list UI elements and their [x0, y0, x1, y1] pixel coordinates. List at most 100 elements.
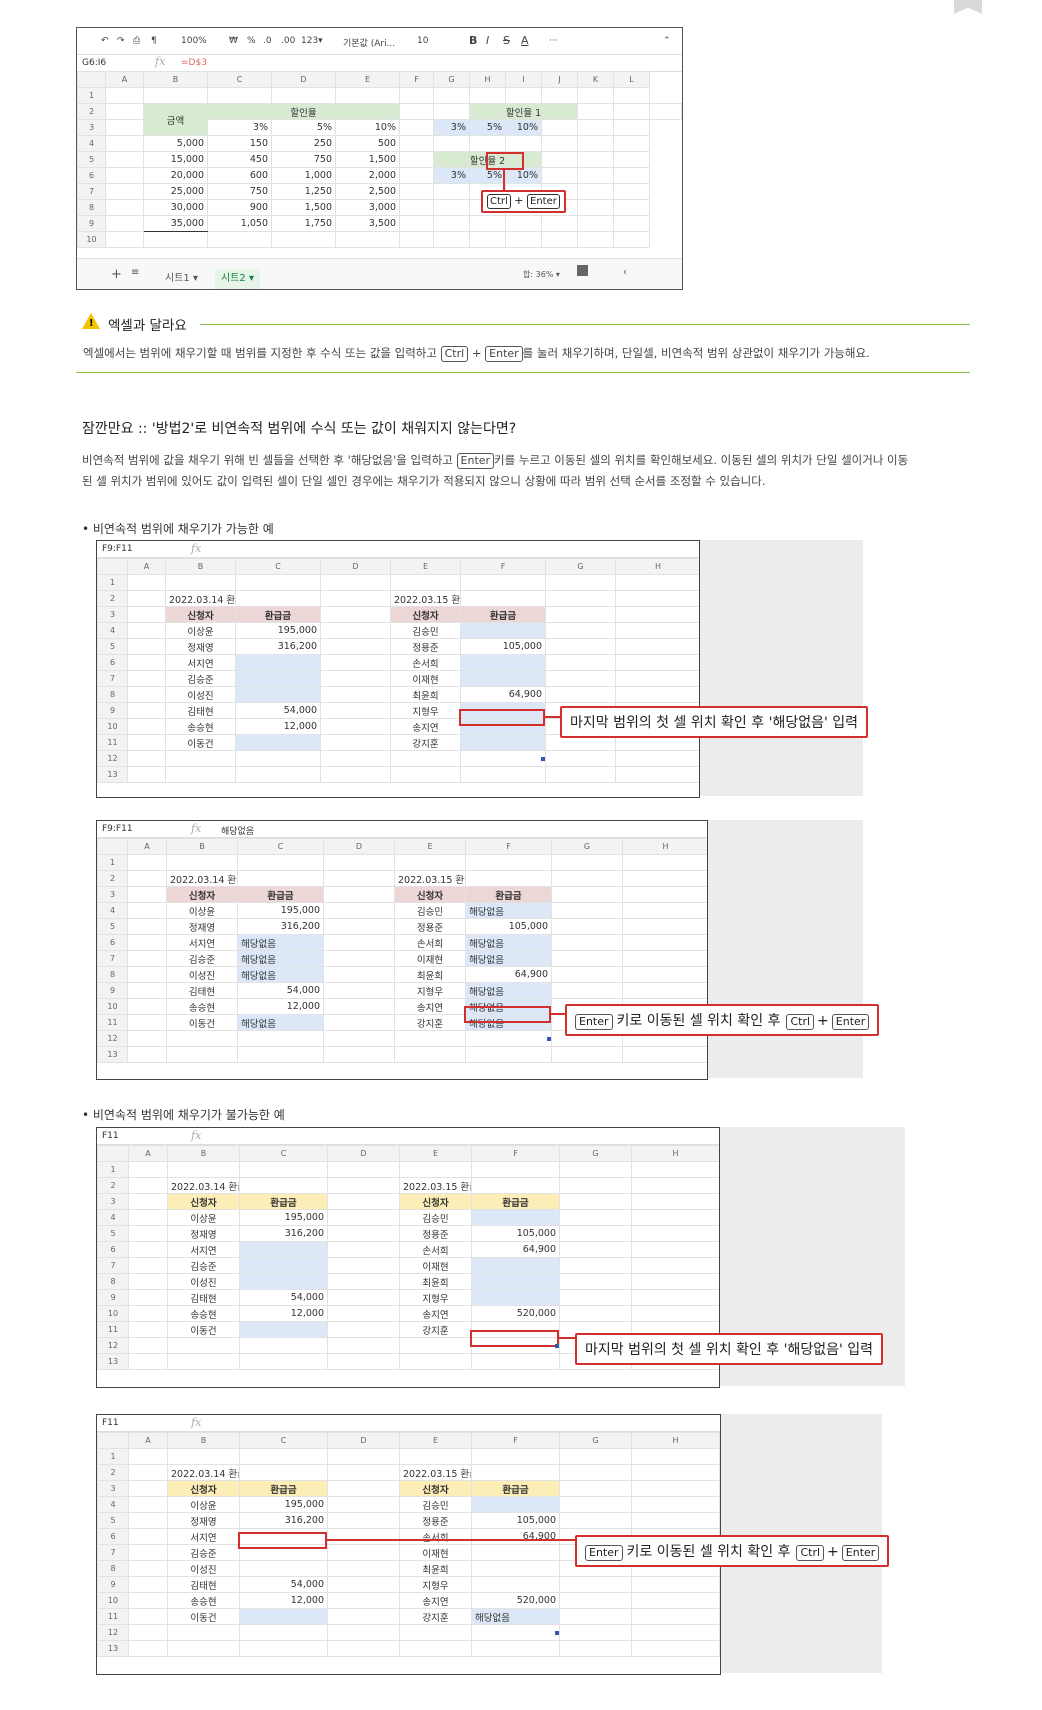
- cell[interactable]: [237, 870, 324, 887]
- cell[interactable]: [239, 1337, 328, 1354]
- cell[interactable]: 해당없음: [465, 982, 552, 999]
- formula-input[interactable]: =D$3: [181, 58, 207, 68]
- cell[interactable]: [128, 1193, 168, 1210]
- cell[interactable]: 신청자: [390, 606, 461, 623]
- cell[interactable]: [631, 1592, 720, 1609]
- cell[interactable]: [390, 574, 461, 591]
- cell[interactable]: [615, 766, 699, 783]
- cell[interactable]: 손서희: [390, 654, 461, 671]
- cell[interactable]: [320, 702, 391, 719]
- cell[interactable]: 환급금: [471, 1193, 560, 1210]
- percent-button[interactable]: %: [247, 36, 256, 46]
- cell[interactable]: [631, 1273, 719, 1290]
- cell[interactable]: 김태현: [165, 702, 236, 719]
- cell[interactable]: [460, 670, 546, 687]
- cell[interactable]: [128, 1464, 168, 1481]
- cell[interactable]: 신청자: [167, 1480, 240, 1497]
- cell[interactable]: 김승민: [390, 622, 461, 639]
- cell[interactable]: [631, 1241, 719, 1258]
- cell[interactable]: [545, 622, 616, 639]
- cell[interactable]: [390, 750, 461, 767]
- cell[interactable]: [559, 1624, 632, 1641]
- cell[interactable]: [127, 734, 166, 751]
- cell[interactable]: [460, 750, 546, 767]
- cell[interactable]: 이재현: [399, 1544, 472, 1561]
- cell[interactable]: [320, 638, 391, 655]
- cell[interactable]: 이동건: [165, 734, 236, 751]
- cell[interactable]: 316,200: [237, 918, 324, 935]
- cell[interactable]: 환급금: [460, 606, 546, 623]
- cell[interactable]: [128, 1209, 168, 1226]
- cell[interactable]: 정재영: [167, 1512, 240, 1529]
- cell[interactable]: [460, 766, 546, 783]
- cell[interactable]: [399, 1640, 472, 1657]
- cell[interactable]: [622, 918, 707, 935]
- cell[interactable]: 12,000: [239, 1592, 328, 1609]
- cell[interactable]: [323, 1014, 395, 1031]
- cell[interactable]: [390, 766, 461, 783]
- cell[interactable]: [545, 590, 616, 607]
- cell[interactable]: [551, 1046, 623, 1063]
- cell[interactable]: 해당없음: [237, 934, 324, 951]
- cell[interactable]: [545, 574, 616, 591]
- cell[interactable]: 환급금: [239, 1480, 328, 1497]
- cell[interactable]: [551, 934, 623, 951]
- cell[interactable]: 최윤희: [390, 686, 461, 703]
- cell[interactable]: [465, 870, 552, 887]
- cell[interactable]: 송승현: [166, 998, 238, 1015]
- cell[interactable]: [559, 1464, 632, 1481]
- cell[interactable]: 손서희: [399, 1241, 472, 1258]
- cell[interactable]: [320, 670, 391, 687]
- cell[interactable]: [465, 1030, 552, 1047]
- cell[interactable]: [631, 1464, 720, 1481]
- cell[interactable]: [559, 1209, 632, 1226]
- chevron-left-icon[interactable]: ‹: [623, 267, 627, 278]
- cell[interactable]: 김태현: [166, 982, 238, 999]
- cell[interactable]: [127, 950, 167, 967]
- cell[interactable]: 지형우: [399, 1576, 472, 1593]
- cell[interactable]: [622, 950, 707, 967]
- cell[interactable]: [631, 1640, 720, 1657]
- cell[interactable]: [320, 734, 391, 751]
- cell[interactable]: 신청자: [394, 886, 466, 903]
- cell[interactable]: [323, 870, 395, 887]
- cell[interactable]: [127, 686, 166, 703]
- cell[interactable]: [235, 654, 321, 671]
- cell[interactable]: [615, 638, 699, 655]
- cell[interactable]: 해당없음: [237, 1014, 324, 1031]
- cell[interactable]: [127, 654, 166, 671]
- cell[interactable]: [559, 1496, 632, 1513]
- cell[interactable]: [127, 854, 167, 871]
- cell[interactable]: [128, 1544, 168, 1561]
- cell[interactable]: 이동건: [167, 1608, 240, 1625]
- cell[interactable]: [165, 750, 236, 767]
- name-box[interactable]: G6:I6: [82, 58, 106, 68]
- cell[interactable]: [327, 1496, 400, 1513]
- cell[interactable]: [320, 686, 391, 703]
- all-sheets-button[interactable]: ≡: [131, 267, 139, 278]
- cell[interactable]: [471, 1496, 560, 1513]
- cell[interactable]: [128, 1512, 168, 1529]
- cell[interactable]: [327, 1209, 400, 1226]
- cell[interactable]: 해당없음: [471, 1608, 560, 1625]
- cell[interactable]: [631, 1608, 720, 1625]
- redo-icon[interactable]: ↷: [117, 36, 125, 46]
- cell[interactable]: [235, 590, 321, 607]
- cell[interactable]: [559, 1177, 632, 1194]
- cell[interactable]: 195,000: [237, 902, 324, 919]
- cell[interactable]: 64,900: [465, 966, 552, 983]
- cell[interactable]: [559, 1576, 632, 1593]
- font-size-select[interactable]: 10: [417, 36, 428, 46]
- cell[interactable]: [559, 1193, 632, 1210]
- cell[interactable]: [327, 1624, 400, 1641]
- bold-button[interactable]: B: [469, 34, 477, 47]
- cell[interactable]: [551, 870, 623, 887]
- cell[interactable]: [631, 1225, 719, 1242]
- cell[interactable]: 이동건: [166, 1014, 238, 1031]
- cell[interactable]: 2022.03.14 환급 신청: [167, 1464, 240, 1481]
- cell[interactable]: [394, 1046, 466, 1063]
- cell[interactable]: [128, 1496, 168, 1513]
- cell[interactable]: [545, 606, 616, 623]
- cell[interactable]: [471, 1640, 560, 1657]
- cell[interactable]: 정용준: [399, 1225, 472, 1242]
